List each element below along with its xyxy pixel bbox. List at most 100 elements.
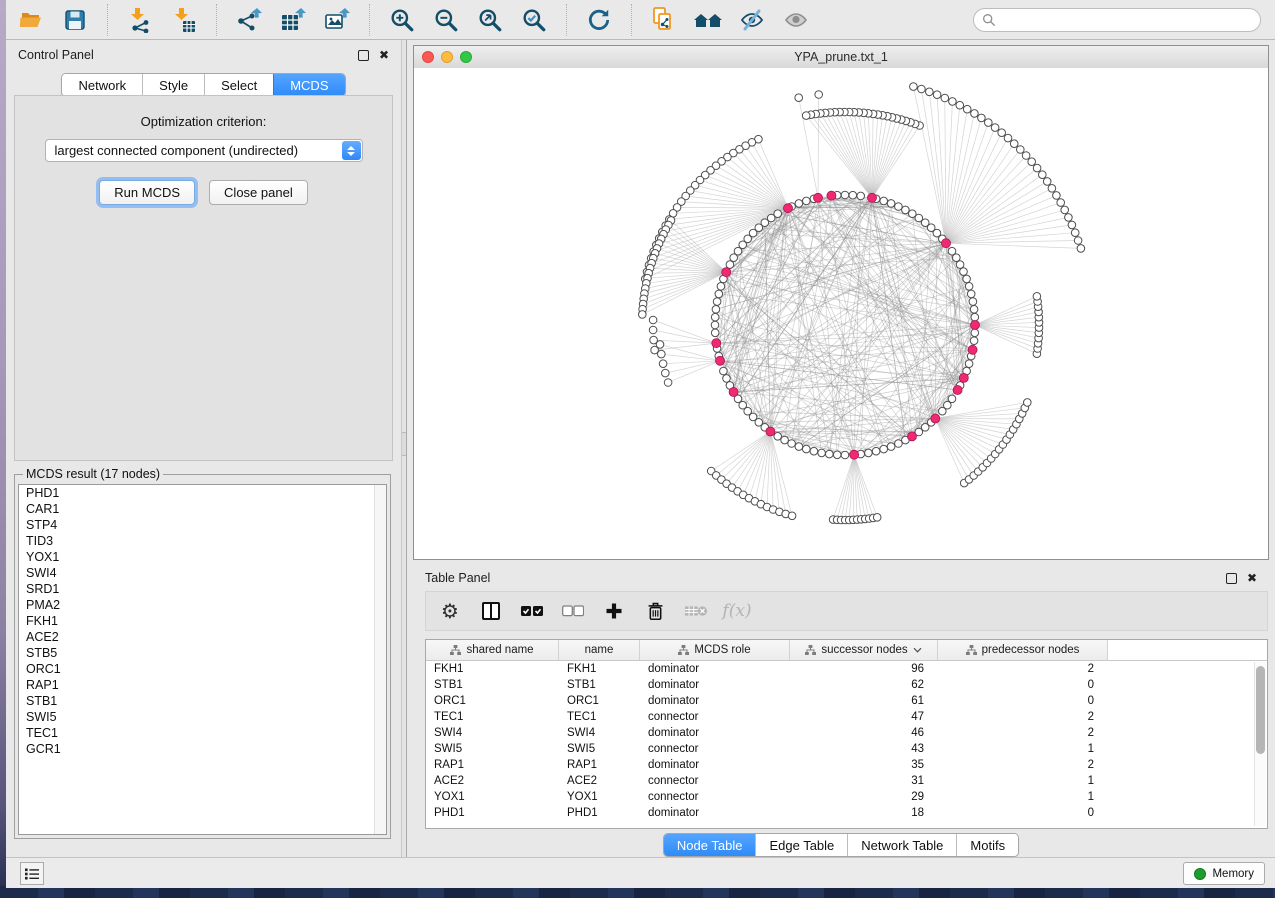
clone-network-button[interactable] [649,5,679,35]
two-houses-icon [693,8,723,32]
column-header-mcds-role[interactable]: MCDS role [640,640,790,660]
mcds-result-item[interactable]: PHD1 [19,485,386,501]
criterion-select[interactable]: largest connected component (undirected) [45,139,363,162]
table-row[interactable]: ORC1ORC1dominator610 [426,693,1267,709]
table-scrollbar[interactable] [1254,662,1266,826]
zoom-out-button[interactable] [431,5,461,35]
close-table-panel-icon[interactable]: ✖ [1247,572,1257,584]
mcds-list-scrollbar[interactable] [374,485,386,834]
delete-table-icon [684,603,708,619]
table-panel-tabs: Node TableEdge TableNetwork TableMotifs [663,833,1019,857]
mcds-result-item[interactable]: RAP1 [19,677,386,693]
cell-mcds-role: connector [640,791,790,803]
memory-label: Memory [1212,868,1254,880]
close-panel-icon[interactable]: ✖ [379,49,389,61]
checked-boxes-icon [521,605,543,617]
table-row[interactable]: RAP1RAP1dominator352 [426,757,1267,773]
mcds-result-item[interactable]: SWI4 [19,565,386,581]
export-network-button[interactable] [234,5,264,35]
open-file-button[interactable] [16,5,46,35]
zoom-out-icon [433,7,459,33]
show-panels-button[interactable] [20,862,44,885]
table-tab-motifs[interactable]: Motifs [956,834,1018,856]
cell-name: STB1 [559,679,640,691]
deselect-all-rows-button[interactable] [561,599,585,623]
table-row[interactable]: SWI5SWI5connector431 [426,741,1267,757]
table-scrollbar-thumb[interactable] [1256,666,1265,754]
mcds-result-item[interactable]: ORC1 [19,661,386,677]
save-session-button[interactable] [60,5,90,35]
import-table-button[interactable] [169,5,199,35]
cell-shared-name: PHD1 [426,807,559,819]
column-header-successor-nodes[interactable]: successor nodes [790,640,938,660]
mcds-result-item[interactable]: STB5 [19,645,386,661]
network-window-titlebar[interactable]: YPA_prune.txt_1 [414,46,1268,69]
table-tab-node-table[interactable]: Node Table [664,834,756,856]
cell-mcds-role: dominator [640,759,790,771]
cell-predecessor-nodes: 2 [938,759,1108,771]
export-table-button[interactable] [278,5,308,35]
table-settings-button[interactable]: ⚙ [438,599,462,623]
select-all-rows-button[interactable] [520,599,544,623]
first-neighbors-button[interactable] [693,5,723,35]
table-row[interactable]: YOX1YOX1connector291 [426,789,1267,805]
table-tab-network-table[interactable]: Network Table [847,834,956,856]
mcds-result-item[interactable]: FKH1 [19,613,386,629]
column-header-predecessor-nodes[interactable]: predecessor nodes [938,640,1108,660]
delete-table-button[interactable] [684,599,708,623]
zoom-in-button[interactable] [387,5,417,35]
mcds-result-item[interactable]: TID3 [19,533,386,549]
function-builder-button[interactable]: f(x) [725,599,749,623]
mcds-result-item[interactable]: STB1 [19,693,386,709]
table-tab-edge-table[interactable]: Edge Table [755,834,847,856]
mcds-result-item[interactable]: YOX1 [19,549,386,565]
tab-style[interactable]: Style [142,74,204,96]
search-input[interactable] [973,8,1261,32]
unchecked-boxes-icon [562,605,584,617]
table-row[interactable]: ACE2ACE2connector311 [426,773,1267,789]
mcds-result-item[interactable]: SRD1 [19,581,386,597]
float-panel-icon[interactable] [358,50,369,61]
table-row[interactable]: STB1STB1dominator620 [426,677,1267,693]
memory-button[interactable]: Memory [1183,862,1265,885]
refresh-button[interactable] [584,5,614,35]
tab-select[interactable]: Select [204,74,273,96]
mcds-result-item[interactable]: CAR1 [19,501,386,517]
import-network-button[interactable] [125,5,155,35]
run-mcds-button[interactable]: Run MCDS [99,180,195,205]
create-column-button[interactable] [602,599,626,623]
table-row[interactable]: FKH1FKH1dominator962 [426,661,1267,677]
mcds-result-item[interactable]: STP4 [19,517,386,533]
mcds-result-item[interactable]: TEC1 [19,725,386,741]
cell-shared-name: SWI5 [426,743,559,755]
table-toolbar: ⚙ [425,591,1268,631]
mcds-result-item[interactable]: PMA2 [19,597,386,613]
table-panel-title: Table Panel [425,571,490,585]
column-header-shared-name[interactable]: shared name [426,640,559,660]
network-canvas[interactable] [414,68,1268,559]
table-row[interactable]: TEC1TEC1connector472 [426,709,1267,725]
mcds-result-list[interactable]: PHD1CAR1STP4TID3YOX1SWI4SRD1PMA2FKH1ACE2… [18,484,387,835]
delete-column-button[interactable] [643,599,667,623]
zoom-selected-button[interactable] [519,5,549,35]
cell-predecessor-nodes: 0 [938,679,1108,691]
column-type-icon [966,645,977,656]
search-field [973,8,1261,32]
mcds-result-item[interactable]: ACE2 [19,629,386,645]
table-row[interactable]: PHD1PHD1dominator180 [426,805,1267,821]
mcds-result-item[interactable]: SWI5 [19,709,386,725]
mcds-result-item[interactable]: GCR1 [19,741,386,757]
show-hidden-button[interactable] [781,5,811,35]
table-row[interactable]: SWI4SWI4dominator462 [426,725,1267,741]
node-table[interactable]: shared namenameMCDS rolesuccessor nodesp… [425,639,1268,829]
close-panel-button[interactable]: Close panel [209,180,308,205]
tab-mcds[interactable]: MCDS [273,74,344,96]
show-columns-button[interactable] [479,599,503,623]
column-header-name[interactable]: name [559,640,640,660]
float-table-panel-icon[interactable] [1226,573,1237,584]
zoom-fit-button[interactable] [475,5,505,35]
export-image-button[interactable] [322,5,352,35]
hide-selected-button[interactable] [737,5,767,35]
splitter-handle[interactable] [402,432,406,456]
tab-network[interactable]: Network [62,74,142,96]
